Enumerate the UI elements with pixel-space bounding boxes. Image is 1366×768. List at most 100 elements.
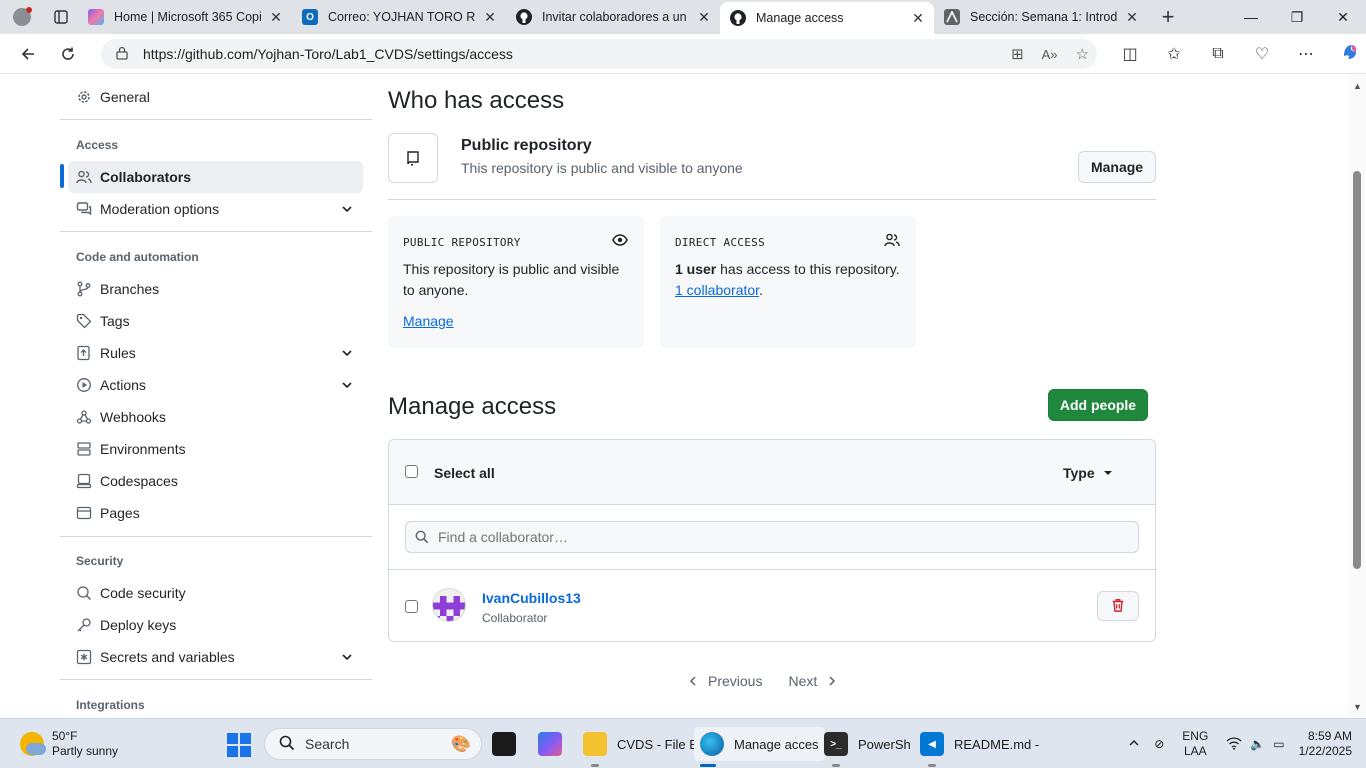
chevron-down-icon[interactable] bbox=[341, 378, 353, 394]
volume-icon[interactable]: 🔈 bbox=[1250, 737, 1265, 751]
sidebar-item-actions[interactable]: Actions bbox=[68, 369, 363, 401]
sidebar-item-label: Actions bbox=[100, 377, 146, 393]
favorite-star-icon[interactable]: ☆ bbox=[1076, 45, 1089, 63]
page-title: Who has access bbox=[388, 87, 565, 114]
split-screen-icon[interactable]: ◫ bbox=[1108, 44, 1152, 64]
sidebar-item-deploy-keys[interactable]: Deploy keys bbox=[68, 609, 363, 641]
remove-collaborator-button[interactable] bbox=[1097, 591, 1139, 621]
browser-essentials-icon[interactable]: ♡ bbox=[1240, 44, 1284, 64]
next-page-button[interactable]: Next bbox=[788, 673, 837, 689]
minimize-icon[interactable]: — bbox=[1228, 0, 1274, 34]
vscode-app[interactable]: ◀ README.md - bbox=[920, 727, 1039, 767]
sidebar-item-codespaces[interactable]: Codespaces bbox=[68, 465, 363, 497]
profile-button[interactable] bbox=[0, 0, 44, 34]
file-explorer-app[interactable]: CVDS - File E bbox=[583, 727, 698, 767]
copilot-icon[interactable] bbox=[1328, 42, 1366, 67]
sidebar-item-rules[interactable]: Rules bbox=[68, 337, 363, 369]
select-all-checkbox[interactable] bbox=[405, 465, 418, 478]
find-collaborator-input[interactable] bbox=[405, 521, 1139, 553]
scroll-up-icon[interactable]: ▲ bbox=[1353, 81, 1362, 91]
search-icon bbox=[279, 735, 295, 754]
restore-icon[interactable]: ❐ bbox=[1274, 0, 1320, 34]
sidebar-item-environments[interactable]: Environments bbox=[68, 433, 363, 465]
chevron-down-icon[interactable] bbox=[341, 202, 353, 218]
network-off-icon[interactable]: ⊘ bbox=[1154, 737, 1164, 751]
refresh-icon[interactable] bbox=[48, 34, 88, 74]
more-options-icon[interactable]: ⋯ bbox=[1284, 44, 1328, 64]
add-people-button[interactable]: Add people bbox=[1048, 389, 1148, 421]
collaborator-username[interactable]: IvanCubillos13 bbox=[482, 590, 581, 606]
visibility-title: Public repository bbox=[461, 137, 592, 154]
battery-icon[interactable]: ▭ bbox=[1273, 737, 1284, 751]
close-window-icon[interactable]: ✕ bbox=[1320, 0, 1366, 34]
sidebar-item-label: Secrets and variables bbox=[100, 649, 235, 665]
lock-icon[interactable] bbox=[115, 46, 129, 63]
user-count: 1 user bbox=[675, 261, 717, 277]
taskbar-search[interactable]: Search 🎨 bbox=[264, 728, 482, 760]
sidebar-item-tags[interactable]: Tags bbox=[68, 305, 363, 337]
browser-tab-invitar[interactable]: Invitar colaboradores a un repositorio ✕ bbox=[506, 0, 720, 34]
scroll-down-icon[interactable]: ▼ bbox=[1353, 702, 1362, 712]
tab-actions-icon[interactable] bbox=[44, 0, 78, 34]
direct-access-card: DIRECT ACCESS 1 user has access to this … bbox=[660, 216, 916, 348]
sidebar-item-branches[interactable]: Branches bbox=[68, 273, 363, 305]
wifi-icon[interactable] bbox=[1226, 736, 1242, 753]
close-icon[interactable]: ✕ bbox=[696, 9, 712, 26]
favorites-icon[interactable]: ✩ bbox=[1152, 44, 1196, 64]
select-all-label[interactable]: Select all bbox=[434, 465, 495, 481]
powershell-app[interactable]: >_ PowerSh bbox=[824, 727, 911, 767]
close-icon[interactable]: ✕ bbox=[482, 9, 498, 26]
address-bar[interactable]: https://github.com/Yojhan-Toro/Lab1_CVDS… bbox=[101, 39, 1097, 69]
visibility-description: This repository is public and visible to… bbox=[461, 160, 743, 176]
collections-icon[interactable]: ⧉ bbox=[1196, 45, 1240, 63]
scrollbar-thumb[interactable] bbox=[1353, 171, 1361, 569]
browser-tab-copilot[interactable]: Home | Microsoft 365 Copilot ✕ bbox=[78, 0, 292, 34]
public-repository-card: PUBLIC REPOSITORY This repository is pub… bbox=[388, 216, 644, 348]
sidebar-item-code-security[interactable]: Code security bbox=[68, 577, 363, 609]
read-aloud-icon[interactable]: A» bbox=[1042, 47, 1058, 62]
vscode-icon: ◀ bbox=[920, 732, 944, 756]
outlook-icon: O bbox=[302, 9, 318, 25]
app-label: CVDS - File E bbox=[617, 736, 698, 752]
browser-tab-manage-access[interactable]: Manage access ✕ bbox=[720, 2, 934, 34]
clock[interactable]: 8:59 AM 1/22/2025 bbox=[1299, 729, 1352, 759]
browser-tab-seccion[interactable]: Sección: Semana 1: Introducción ✕ bbox=[934, 0, 1148, 34]
browser-tab-outlook[interactable]: O Correo: YOJHAN TORO RIVERA ✕ bbox=[292, 0, 506, 34]
close-icon[interactable]: ✕ bbox=[268, 9, 284, 26]
chevron-up-icon[interactable] bbox=[1128, 737, 1140, 752]
close-icon[interactable]: ✕ bbox=[910, 10, 926, 27]
sidebar-item-pages[interactable]: Pages bbox=[68, 497, 363, 529]
page-scrollbar[interactable]: ▲ ▼ bbox=[1348, 75, 1366, 718]
weather-icon bbox=[20, 732, 46, 756]
start-button[interactable] bbox=[227, 733, 251, 757]
avatar[interactable] bbox=[432, 588, 466, 622]
back-icon[interactable] bbox=[8, 34, 48, 74]
url-text[interactable]: https://github.com/Yojhan-Toro/Lab1_CVDS… bbox=[143, 46, 513, 62]
manage-visibility-button[interactable]: Manage bbox=[1078, 151, 1156, 183]
sidebar-item-webhooks[interactable]: Webhooks bbox=[68, 401, 363, 433]
chevron-down-icon[interactable] bbox=[341, 346, 353, 362]
close-icon[interactable]: ✕ bbox=[1124, 9, 1140, 26]
sidebar-item-secrets[interactable]: Secrets and variables bbox=[68, 641, 363, 673]
collaborator-count-link[interactable]: 1 collaborator bbox=[675, 282, 759, 298]
type-filter-dropdown[interactable]: Type bbox=[1063, 465, 1113, 481]
new-tab-icon[interactable]: + bbox=[1148, 4, 1188, 30]
edge-app[interactable]: Manage acces bbox=[694, 727, 825, 767]
language-indicator[interactable]: ENG LAA bbox=[1182, 729, 1208, 759]
edge-icon bbox=[700, 732, 724, 756]
chevron-down-icon[interactable] bbox=[341, 650, 353, 666]
sidebar-item-general[interactable]: General bbox=[68, 81, 363, 113]
search-highlight-icon: 🎨 bbox=[451, 736, 471, 753]
sidebar-item-moderation[interactable]: Moderation options bbox=[68, 193, 363, 225]
task-view-app[interactable] bbox=[492, 727, 526, 761]
weather-widget[interactable]: 50°F Partly sunny bbox=[20, 729, 118, 759]
manage-link[interactable]: Manage bbox=[403, 313, 454, 329]
active-indicator bbox=[60, 164, 64, 188]
m365-icon bbox=[538, 732, 562, 756]
row-checkbox[interactable] bbox=[405, 600, 418, 613]
previous-page-button[interactable]: Previous bbox=[688, 673, 762, 689]
m365-app[interactable] bbox=[538, 727, 572, 761]
app-available-icon[interactable]: ⊞ bbox=[1011, 45, 1024, 63]
clock-time: 8:59 AM bbox=[1307, 729, 1352, 743]
sidebar-item-collaborators[interactable]: Collaborators bbox=[68, 161, 363, 193]
